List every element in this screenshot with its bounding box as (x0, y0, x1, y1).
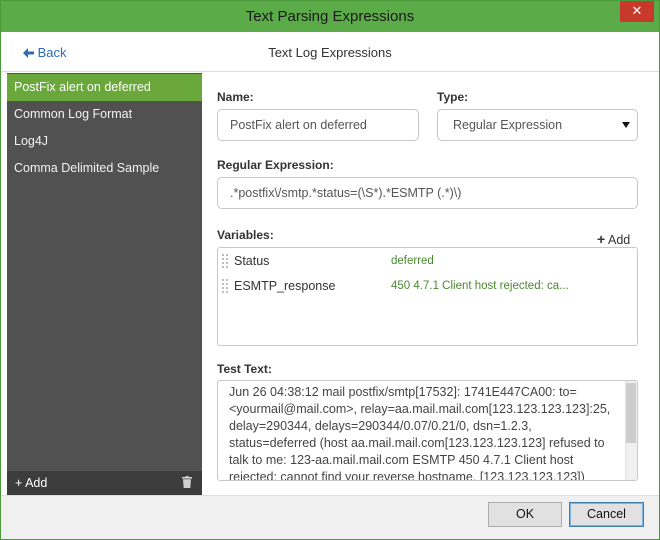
variable-row[interactable]: Status deferred (218, 250, 637, 272)
window-title: Text Parsing Expressions (245, 8, 415, 25)
regex-field[interactable]: .*postfix\/smtp.*status=(\S*).*ESMTP (.*… (217, 177, 638, 209)
add-expression-button[interactable]: + Add (15, 476, 47, 490)
test-text-area[interactable]: Jun 26 04:38:12 mail postfix/smtp[17532]… (217, 380, 638, 481)
test-text-scrollbar[interactable] (625, 381, 637, 480)
dialog-footer: OK Cancel (1, 495, 659, 539)
sidebar-item-comma-delimited[interactable]: Comma Delimited Sample (7, 155, 202, 182)
sidebar-item-common-log[interactable]: Common Log Format (7, 101, 202, 128)
type-select-value: Regular Expression (453, 118, 563, 132)
ok-button[interactable]: OK (488, 502, 562, 527)
variables-list: Status deferred ESMTP_response 450 4.7.1… (217, 247, 638, 346)
add-variable-label: Add (607, 233, 631, 247)
variable-name: Status (234, 254, 270, 268)
cancel-button[interactable]: Cancel (569, 502, 644, 527)
sidebar-item-log4j[interactable]: Log4J (7, 128, 202, 155)
page-header: Back Text Log Expressions (1, 32, 659, 72)
type-select[interactable]: Regular Expression (437, 109, 638, 141)
type-label: Type: (437, 90, 469, 104)
add-variable-button[interactable]: + Add (597, 231, 630, 247)
test-text-content: Jun 26 04:38:12 mail postfix/smtp[17532]… (229, 385, 611, 481)
test-text-label: Test Text: (217, 362, 272, 376)
sidebar-item-postfix[interactable]: PostFix alert on deferred (7, 74, 202, 101)
name-field[interactable]: PostFix alert on deferred (217, 109, 419, 141)
name-label: Name: (217, 90, 254, 104)
drag-handle-icon[interactable] (222, 279, 228, 293)
drag-handle-icon[interactable] (222, 254, 228, 268)
regex-label: Regular Expression: (217, 158, 334, 172)
plus-icon: + (597, 231, 606, 247)
expression-list: PostFix alert on deferred Common Log For… (7, 73, 202, 495)
variables-label: Variables: (217, 228, 274, 242)
variable-row[interactable]: ESMTP_response 450 4.7.1 Client host rej… (218, 275, 637, 297)
variable-value: 450 4.7.1 Client host rejected: ca... (391, 280, 569, 292)
scrollbar-thumb[interactable] (626, 383, 636, 443)
variable-value: deferred (391, 255, 434, 267)
page-title: Text Log Expressions (268, 45, 392, 60)
sidebar-footer: + Add (7, 471, 202, 495)
title-bar: Text Parsing Expressions ✕ (1, 1, 659, 32)
variable-name: ESMTP_response (234, 279, 336, 293)
dialog-window: Text Parsing Expressions ✕ Back Text Log… (0, 0, 660, 540)
trash-icon[interactable] (182, 476, 192, 488)
caret-down-icon (622, 122, 630, 128)
close-button[interactable]: ✕ (620, 1, 654, 22)
